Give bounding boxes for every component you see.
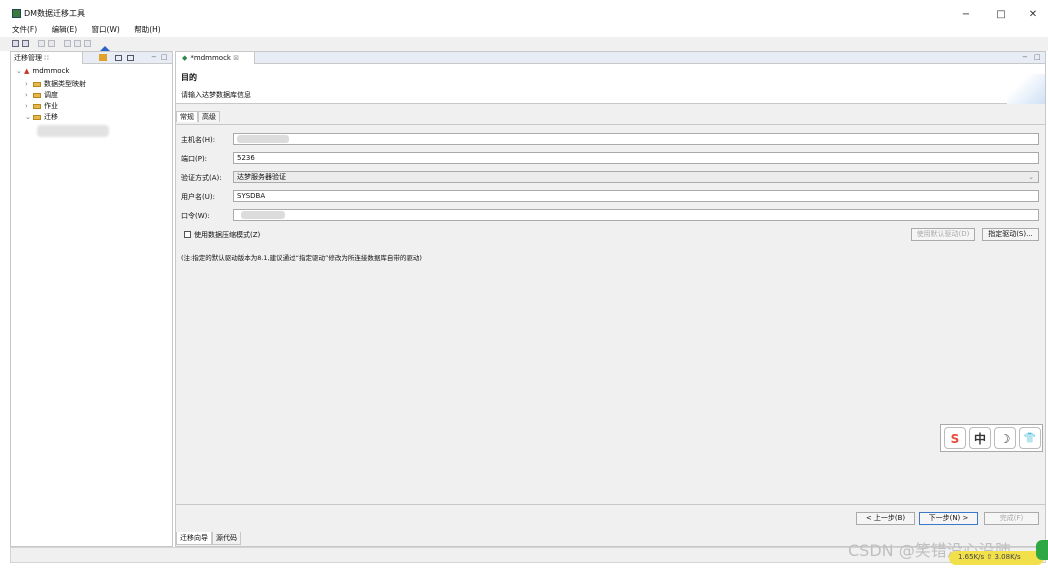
chevron-down-icon: ⌄ xyxy=(16,67,22,75)
maximize-button[interactable]: □ xyxy=(990,6,1012,24)
folder-icon xyxy=(33,103,41,109)
minimize-view-icon[interactable]: − xyxy=(1022,53,1028,61)
save-all-icon[interactable] xyxy=(22,40,29,47)
host-label: 主机名(H): xyxy=(181,136,216,144)
floating-ball-icon[interactable] xyxy=(1036,540,1048,560)
toolbar xyxy=(0,37,1048,51)
auth-select[interactable]: 达梦服务器验证 ⌄ xyxy=(233,171,1039,183)
wizard-button-bar: < 上一步(B) 下一步(N) > 完成(F) xyxy=(176,504,1045,530)
default-driver-button[interactable]: 使用默认驱动(D) xyxy=(911,228,975,241)
maximize-view-icon[interactable]: □ xyxy=(161,53,168,61)
minimize-view-icon[interactable]: − xyxy=(151,53,157,61)
view-menu-icon[interactable] xyxy=(99,54,107,61)
finish-button[interactable]: 完成(F) xyxy=(984,512,1039,525)
username-input[interactable]: SYSDBA xyxy=(233,190,1039,202)
page-title: 目的 xyxy=(181,73,197,82)
migration-manager-panel: 迁移管理 ∷ − □ ⌄ ▲ mdmmock › 数据类型映射 › 调度 › 作业 ⌄ 迁移 xyxy=(10,51,173,547)
username-label: 用户名(U): xyxy=(181,193,215,201)
sogou-logo-icon[interactable]: S xyxy=(944,427,966,449)
tab-migration-wizard[interactable]: 迁移向导 xyxy=(176,532,212,545)
export-icon[interactable] xyxy=(48,40,55,47)
chevron-right-icon: › xyxy=(25,91,28,99)
close-tab-icon[interactable]: ⊠ xyxy=(233,54,239,62)
menu-file[interactable]: 文件(F) xyxy=(12,24,37,35)
network-speed-text: 1.65K/s ⇧ 3.08K/s xyxy=(958,553,1021,561)
password-input[interactable] xyxy=(233,209,1039,221)
collapse-icon[interactable] xyxy=(115,55,122,61)
save-icon[interactable] xyxy=(12,40,19,47)
left-tabbar: 迁移管理 ∷ − □ xyxy=(11,52,172,64)
tree-root[interactable]: ⌄ ▲ mdmmock xyxy=(16,67,69,75)
tab-general[interactable]: 常规 xyxy=(176,111,198,122)
tab-mdmmock[interactable]: ◆ *mdmmock ⊠ xyxy=(176,52,255,64)
specify-driver-button[interactable]: 指定驱动(S)... xyxy=(982,228,1039,241)
driver-note: (注:指定的默认驱动版本为8.1,建议通过“指定驱动”修改为所连接数据库自带的驱… xyxy=(181,254,422,262)
moon-icon[interactable]: ☽ xyxy=(994,427,1016,449)
skin-icon[interactable]: 👕 xyxy=(1019,427,1041,449)
tree-item[interactable]: › 作业 xyxy=(25,101,58,111)
redacted-value xyxy=(241,211,285,219)
tree-item[interactable]: › 数据类型映射 xyxy=(25,79,86,89)
subtabs: 常规 高级 xyxy=(176,111,220,123)
app-icon xyxy=(12,9,21,18)
back-icon[interactable] xyxy=(64,40,71,47)
auth-label: 验证方式(A): xyxy=(181,174,222,182)
editor-tabbar: ◆ *mdmmock ⊠ − □ xyxy=(176,52,1045,64)
page-description: 请输入达梦数据库信息 xyxy=(181,91,251,99)
next-button[interactable]: 下一步(N) > xyxy=(919,512,978,525)
tab-advanced[interactable]: 高级 xyxy=(198,111,220,122)
bottom-tabs: 迁移向导 源代码 xyxy=(176,532,241,546)
menu-window[interactable]: 窗口(W) xyxy=(92,24,120,35)
close-button[interactable]: ✕ xyxy=(1022,6,1044,24)
title-bar: DM数据迁移工具 − □ ✕ xyxy=(0,0,1048,26)
editor-panel: ◆ *mdmmock ⊠ − □ 目的 请输入达梦数据库信息 常规 高级 主机名(H… xyxy=(175,51,1046,547)
connection-form: 主机名(H): 端口(P): 5236 验证方式(A): 达梦服务器验证 ⌄ 用户… xyxy=(176,124,1045,504)
folder-icon xyxy=(33,81,41,87)
chevron-down-icon: ⌄ xyxy=(25,113,31,121)
delete-icon[interactable] xyxy=(84,40,91,47)
port-input[interactable]: 5236 xyxy=(233,152,1039,164)
tree-item[interactable]: › 调度 xyxy=(25,90,58,100)
star-icon[interactable] xyxy=(100,41,110,51)
menu-help[interactable]: 帮助(H) xyxy=(134,24,161,35)
port-label: 端口(P): xyxy=(181,155,208,163)
copy-icon[interactable] xyxy=(74,40,81,47)
ime-toolbar: S 中 ☽ 👕 xyxy=(940,424,1043,452)
maximize-view-icon[interactable]: □ xyxy=(1034,53,1041,61)
compress-checkbox[interactable] xyxy=(184,231,191,238)
editor-tab-icon: ◆ xyxy=(182,54,188,62)
folder-open-icon xyxy=(33,114,41,120)
tab-source-code[interactable]: 源代码 xyxy=(212,532,241,545)
minimize-button[interactable]: − xyxy=(955,6,977,24)
redacted-item[interactable] xyxy=(37,125,109,137)
host-input[interactable] xyxy=(233,133,1039,145)
prev-button[interactable]: < 上一步(B) xyxy=(856,512,915,525)
chinese-mode-icon[interactable]: 中 xyxy=(969,427,991,449)
wizard-header: 目的 请输入达梦数据库信息 xyxy=(176,64,1045,104)
chevron-right-icon: › xyxy=(25,80,28,88)
compress-label: 使用数据压缩模式(Z) xyxy=(194,231,261,239)
link-icon[interactable] xyxy=(127,55,134,61)
header-banner-icon xyxy=(1007,74,1045,104)
tree-item-migration[interactable]: ⌄ 迁移 xyxy=(25,112,58,122)
menu-bar: 文件(F) 编辑(E) 窗口(W) 帮助(H) xyxy=(0,24,1048,36)
password-label: 口令(W): xyxy=(181,212,210,220)
chevron-down-icon: ⌄ xyxy=(1028,173,1034,181)
window-title: DM数据迁移工具 xyxy=(24,9,86,18)
menu-edit[interactable]: 编辑(E) xyxy=(52,24,78,35)
tab-migration-manager[interactable]: 迁移管理 ∷ xyxy=(11,52,83,64)
redacted-value xyxy=(237,135,289,143)
project-icon: ▲ xyxy=(24,67,30,75)
folder-icon xyxy=(33,92,41,98)
import-icon[interactable] xyxy=(38,40,45,47)
chevron-right-icon: › xyxy=(25,102,28,110)
